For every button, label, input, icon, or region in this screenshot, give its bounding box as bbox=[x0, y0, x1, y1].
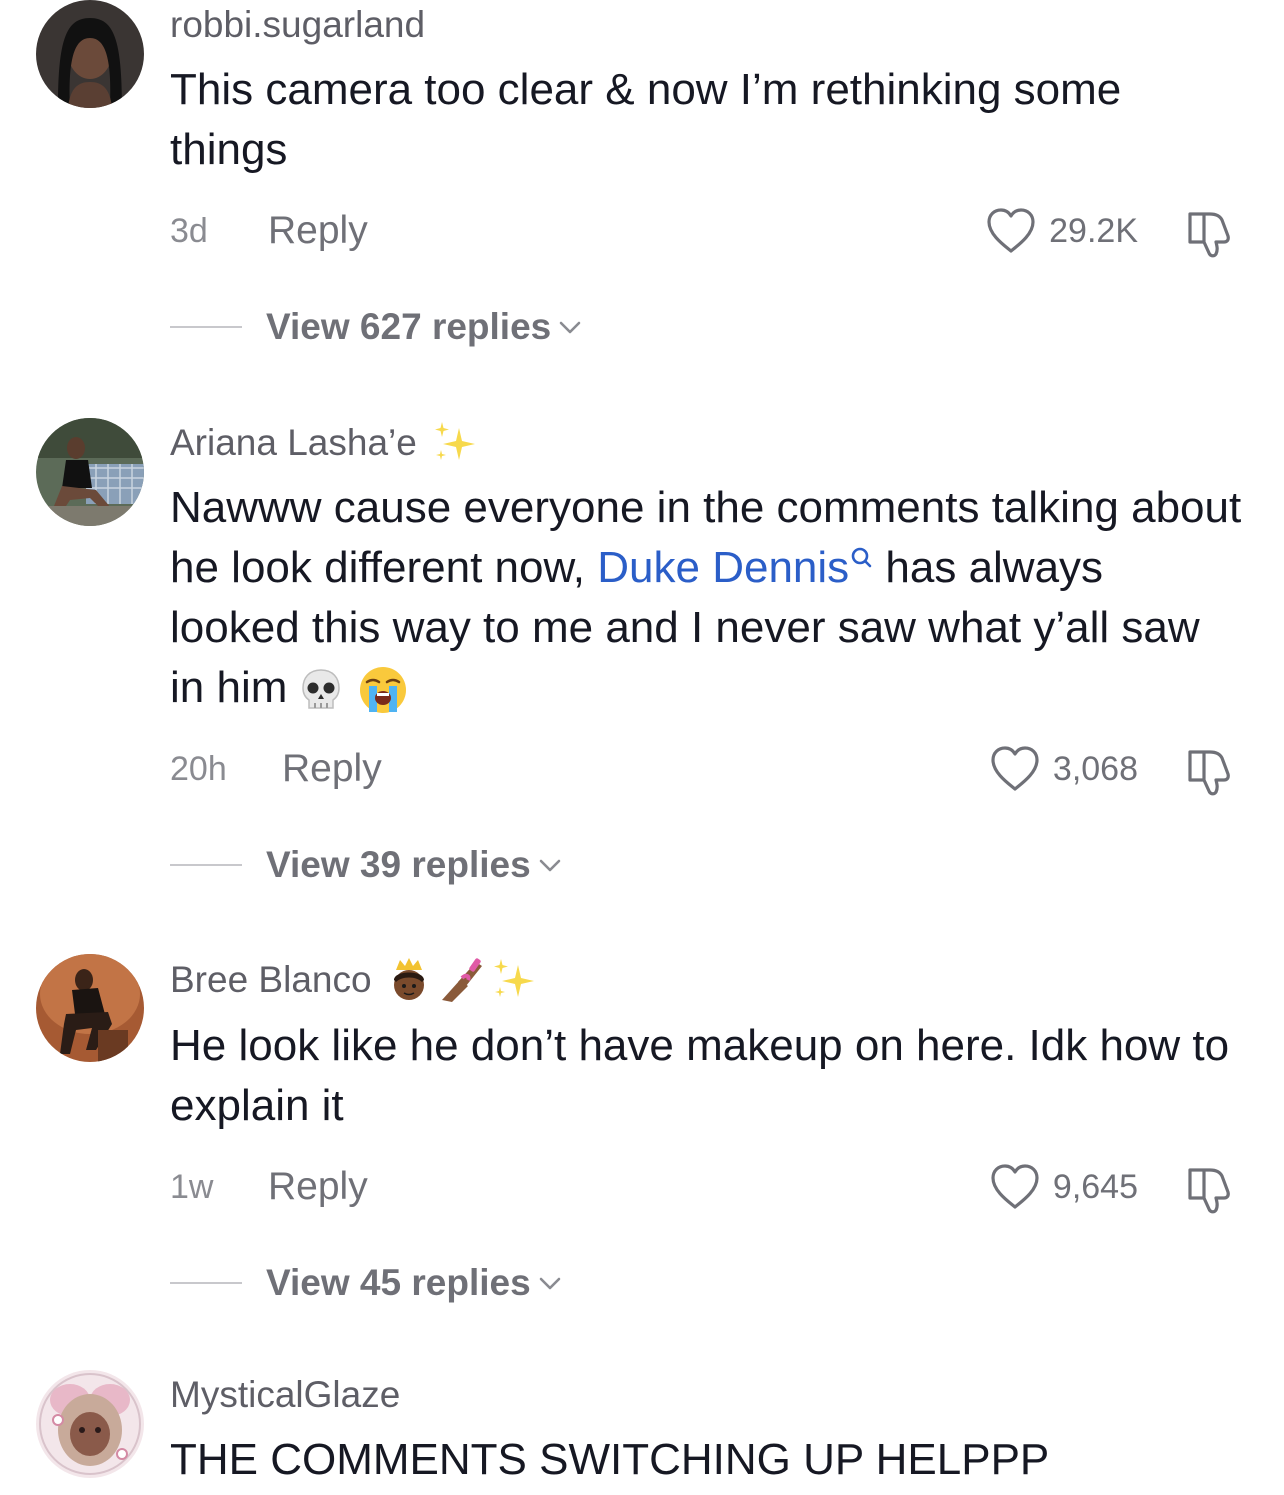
timestamp: 1w bbox=[170, 1168, 214, 1206]
mention-text[interactable]: Duke Dennis bbox=[597, 543, 849, 592]
loudly-crying-face-emoji bbox=[357, 664, 409, 716]
chevron-down-icon bbox=[559, 321, 581, 334]
heart-icon bbox=[991, 1164, 1039, 1209]
avatar[interactable] bbox=[36, 418, 144, 526]
divider bbox=[170, 1282, 242, 1284]
reply-button[interactable]: Reply bbox=[282, 744, 382, 794]
view-replies-button[interactable]: View 39 replies bbox=[170, 840, 1244, 890]
avatar[interactable] bbox=[36, 954, 144, 1062]
heart-icon bbox=[987, 208, 1035, 253]
comment-text: THE COMMENTS SWITCHING UP HELPPP bbox=[170, 1435, 1050, 1484]
heart-icon bbox=[991, 746, 1039, 791]
view-replies-label: View 45 replies bbox=[266, 1262, 531, 1303]
username-text[interactable]: MysticalGlaze bbox=[170, 1372, 400, 1418]
chevron-down-icon bbox=[539, 859, 560, 872]
like-button[interactable]: 29.2K bbox=[985, 206, 1138, 256]
username[interactable]: Bree Blanco bbox=[170, 956, 1244, 1004]
comment-text: He look like he don’t have makeup on her… bbox=[170, 1021, 1230, 1130]
username[interactable]: Ariana Lasha’e bbox=[170, 420, 1244, 466]
view-replies-label: View 39 replies bbox=[266, 844, 531, 885]
sparkles-emoji bbox=[490, 957, 538, 1003]
reply-button[interactable]: Reply bbox=[268, 206, 368, 256]
username-text[interactable]: robbi.sugarland bbox=[170, 2, 425, 48]
view-replies-button[interactable]: View 627 replies bbox=[170, 302, 1244, 352]
timestamp: 20h bbox=[170, 750, 227, 788]
search-icon bbox=[851, 547, 872, 568]
sparkles-emoji bbox=[431, 420, 479, 466]
comment-actions: 1w Reply 9,645 bbox=[170, 1162, 1244, 1214]
avatar[interactable] bbox=[36, 1370, 144, 1478]
view-replies-button[interactable]: View 45 replies bbox=[170, 1258, 1244, 1308]
princess-emoji bbox=[386, 956, 432, 1004]
chevron-down-icon bbox=[539, 1277, 560, 1290]
like-count: 29.2K bbox=[1049, 212, 1138, 250]
view-replies-label: View 627 replies bbox=[266, 306, 552, 347]
thumbs-down-icon[interactable] bbox=[1184, 744, 1238, 798]
nail-polish-emoji bbox=[438, 956, 486, 1004]
like-count: 3,068 bbox=[1052, 750, 1138, 788]
username[interactable]: MysticalGlaze bbox=[170, 1372, 1244, 1418]
mention-link[interactable]: Duke Dennis bbox=[597, 543, 873, 592]
skull-emoji bbox=[297, 666, 345, 714]
username[interactable]: robbi.sugarland bbox=[170, 2, 1244, 48]
divider bbox=[170, 864, 242, 866]
divider bbox=[170, 326, 242, 328]
like-button[interactable]: 3,068 bbox=[989, 744, 1138, 794]
username-text[interactable]: Ariana Lasha’e bbox=[170, 420, 417, 466]
timestamp: 3d bbox=[170, 212, 208, 250]
comment-actions: 20h Reply 3,068 bbox=[170, 744, 1244, 796]
thumbs-down-icon[interactable] bbox=[1184, 1162, 1238, 1216]
thumbs-down-icon[interactable] bbox=[1184, 206, 1238, 260]
like-count: 9,645 bbox=[1052, 1168, 1138, 1206]
like-button[interactable]: 9,645 bbox=[989, 1162, 1138, 1212]
comment-actions: 3d Reply 29.2K bbox=[170, 206, 1244, 258]
username-text[interactable]: Bree Blanco bbox=[170, 957, 372, 1003]
reply-button[interactable]: Reply bbox=[268, 1162, 368, 1212]
comment-text: Nawww cause everyone in the comments tal… bbox=[170, 478, 1244, 718]
avatar[interactable] bbox=[36, 0, 144, 108]
comment-text: This camera too clear & now I’m rethinki… bbox=[170, 65, 1122, 174]
